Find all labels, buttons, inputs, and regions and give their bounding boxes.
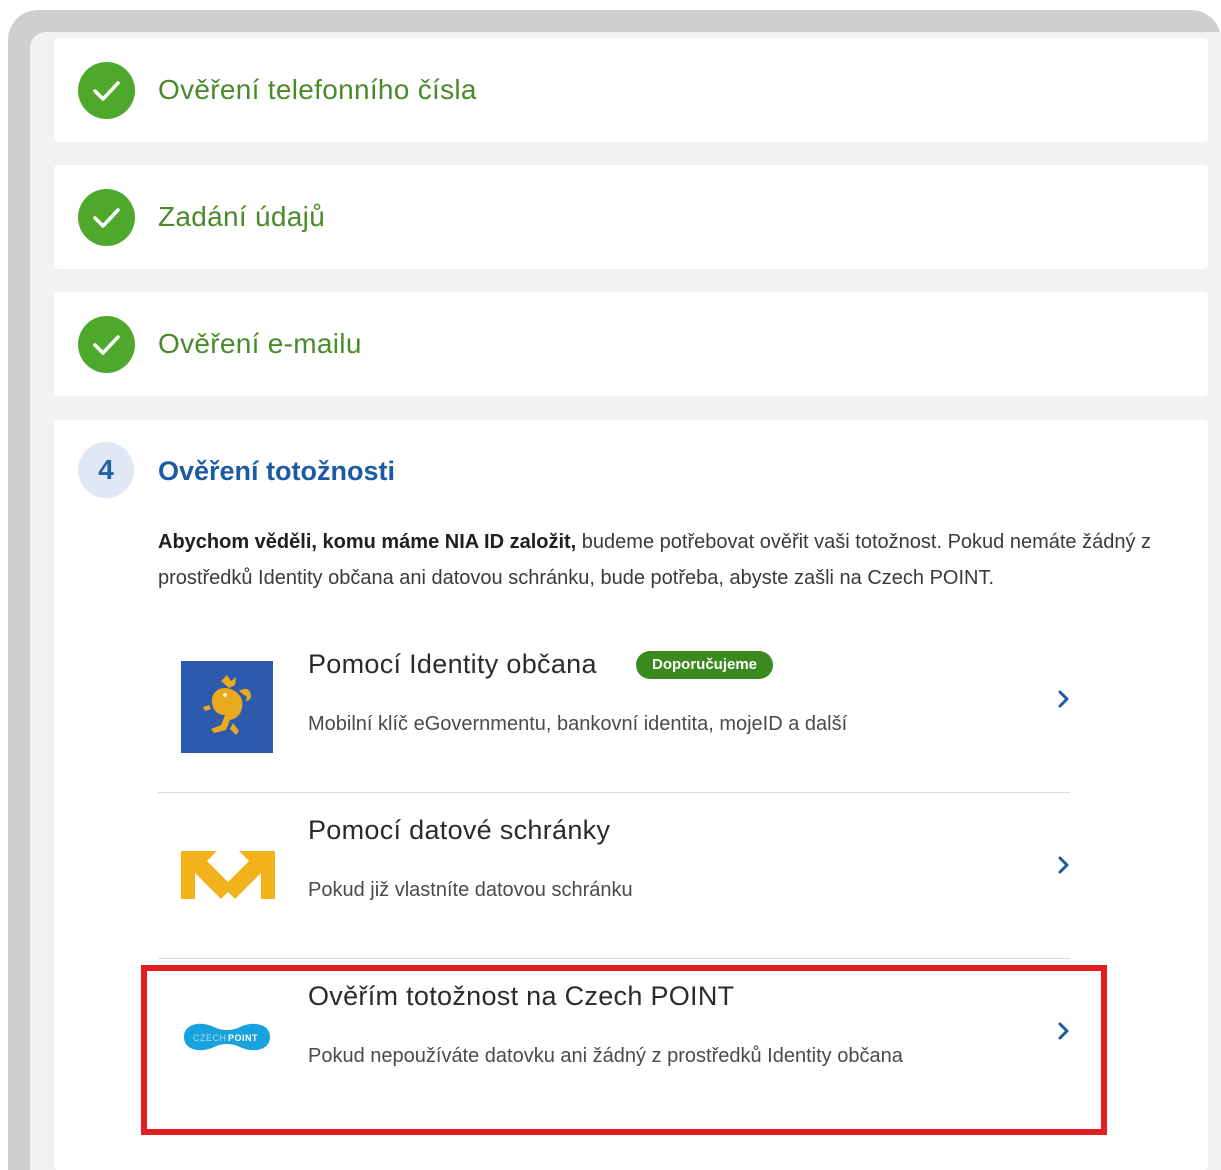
step-description: Abychom věděli, komu máme NIA ID založit… xyxy=(158,524,1178,596)
recommended-badge: Doporučujeme xyxy=(636,651,774,679)
step-email-verification[interactable]: Ověření e-mailu xyxy=(54,292,1208,396)
data-box-arrows-icon xyxy=(181,847,275,903)
step-title: Zadání údajů xyxy=(158,201,326,232)
step-number-badge: 4 xyxy=(78,442,134,498)
step-title: Ověření totožnosti xyxy=(158,456,396,486)
check-icon xyxy=(78,62,135,119)
option-subtitle: Mobilní klíč eGovernmentu, bankovní iden… xyxy=(308,713,848,735)
chevron-right-icon xyxy=(1058,856,1069,874)
option-title: Pomocí Identity občana xyxy=(308,649,597,679)
check-icon xyxy=(78,316,135,373)
highlight-frame xyxy=(141,965,1107,1135)
description-bold: Abychom věděli, komu máme NIA ID založit… xyxy=(158,531,577,553)
option-datova-schranka[interactable]: Pomocí datové schránky Pokud již vlastní… xyxy=(158,793,1070,959)
check-icon xyxy=(78,189,135,246)
czech-lion-icon xyxy=(181,661,273,753)
option-identity-obcana[interactable]: Pomocí Identity občana Doporučujeme Mobi… xyxy=(158,627,1070,793)
chevron-right-icon xyxy=(1058,690,1069,708)
option-title: Pomocí datové schránky xyxy=(308,815,611,845)
step-title: Ověření telefonního čísla xyxy=(158,74,477,105)
step-phone-verification[interactable]: Ověření telefonního čísla xyxy=(54,38,1208,142)
step-personal-data[interactable]: Zadání údajů xyxy=(54,165,1208,269)
step-title: Ověření e-mailu xyxy=(158,328,362,359)
option-subtitle: Pokud již vlastníte datovou schránku xyxy=(308,879,633,901)
